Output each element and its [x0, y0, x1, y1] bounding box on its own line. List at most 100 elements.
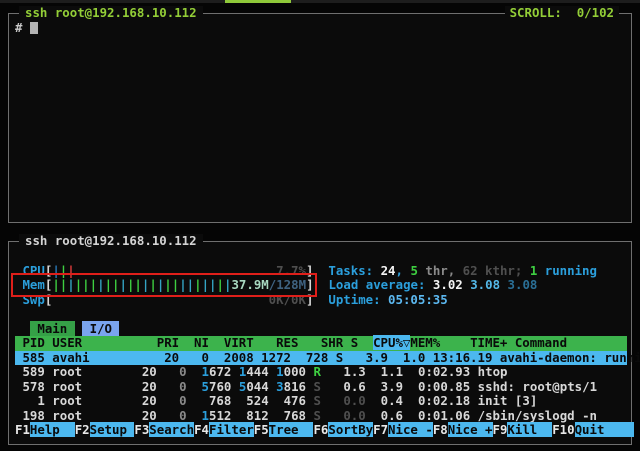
text-segment: 3.08 [470, 277, 500, 292]
text-segment [403, 393, 418, 408]
fkey-setup[interactable]: Setup [90, 422, 135, 437]
process-row-1[interactable]: 1 root 20 0 768 524 476 S 0.0 0.4 0:02.1… [15, 394, 627, 409]
text-segment: | [67, 263, 74, 278]
fkey-filter[interactable]: Filter [209, 422, 254, 437]
fkey-nice-minus[interactable]: Nice - [388, 422, 433, 437]
fkey-f7[interactable]: F7 [373, 422, 388, 437]
text-segment: MEM% TIME+ Command [410, 335, 567, 350]
prompt-symbol: # [15, 20, 30, 35]
text-segment [15, 321, 30, 336]
process-row-198[interactable]: 198 root 20 0 1512 812 768 S 0.0 0.6 0:0… [15, 409, 627, 424]
fkey-f5[interactable]: F5 [254, 422, 269, 437]
text-segment: thr [418, 263, 448, 278]
fkey-f8[interactable]: F8 [433, 422, 448, 437]
fkey-quit[interactable]: Quit [575, 422, 635, 437]
text-segment: 0 [157, 408, 187, 423]
text-segment: 3.9 [381, 379, 403, 394]
terminal-pane-bottom[interactable]: ssh root@192.168.10.112 CPU[||| 7.7%] Ta… [8, 241, 632, 445]
text-segment: || [52, 277, 67, 292]
text-segment: htop [478, 364, 508, 379]
tab-io[interactable]: I/O [82, 321, 119, 336]
text-segment: || [202, 277, 217, 292]
text-segment [231, 364, 238, 379]
text-segment: | [97, 277, 104, 292]
sort-column-cpu[interactable]: CPU%▽ [373, 335, 410, 350]
text-segment: sshd: root@pts/1 [478, 379, 597, 394]
text-segment: 0.4 [381, 393, 403, 408]
function-key-bar[interactable]: F1Help F2Setup F3SearchF4FilterF5Tree F6… [15, 423, 627, 438]
text-segment [313, 292, 328, 307]
text-segment: 672 [209, 364, 231, 379]
text-segment: 1 root 20 [15, 393, 157, 408]
text-segment: 585 avahi 20 0 2008 1272 728 S 3.9 1.0 1… [15, 350, 640, 365]
text-segment [403, 379, 418, 394]
fkey-f4[interactable]: F4 [194, 422, 209, 437]
text-segment: 044 [246, 379, 268, 394]
text-segment [366, 379, 381, 394]
text-segment: || [127, 277, 142, 292]
text-segment: 0:02.93 [418, 364, 470, 379]
text-segment: || [164, 277, 179, 292]
fkey-f3[interactable]: F3 [134, 422, 149, 437]
pane-title-top: ssh root@192.168.10.112 [19, 6, 203, 21]
text-segment: | [194, 277, 201, 292]
text-segment [403, 408, 418, 423]
fkey-f1[interactable]: F1 [15, 422, 30, 437]
text-segment: | [67, 277, 74, 292]
text-segment: Uptime: [328, 292, 388, 307]
fkey-f2[interactable]: F2 [75, 422, 90, 437]
fkey-f10[interactable]: F10 [552, 422, 574, 437]
text-segment: | [217, 277, 224, 292]
text-segment: 7.7% [276, 263, 306, 278]
meter-cpu-and-tasks: CPU[||| 7.7%] Tasks: 24, 5 thr, 62 kthr;… [15, 264, 627, 279]
text-segment: 0.0 [343, 393, 365, 408]
text-segment [470, 393, 477, 408]
text-segment [366, 364, 381, 379]
text-segment [187, 408, 202, 423]
text-segment: 760 [209, 379, 231, 394]
fkey-f9[interactable]: F9 [493, 422, 508, 437]
text-segment: R [314, 364, 321, 379]
text-segment [470, 408, 477, 423]
text-segment [366, 393, 381, 408]
text-segment: || [179, 277, 194, 292]
fkey-kill[interactable]: Kill [507, 422, 552, 437]
text-segment: , [396, 263, 411, 278]
scroll-indicator: SCROLL: 0/102 [505, 6, 619, 21]
text-segment: PID USER PRI NI VIRT RES SHR S [15, 335, 373, 350]
tab-main[interactable]: Main [30, 321, 75, 336]
text-segment: S [313, 393, 320, 408]
text-segment: 37.9M [231, 277, 268, 292]
fkey-tree[interactable]: Tree [269, 422, 314, 437]
text-segment: | [149, 277, 156, 292]
text-segment: 5 [410, 263, 417, 278]
text-segment: 578 root 20 [15, 379, 157, 394]
table-header[interactable]: PID USER PRI NI VIRT RES SHR S CPU%▽MEM%… [15, 336, 627, 351]
meter-mem-and-load: Mem[||||||||||||||||||||||||37.9M/128M] … [15, 278, 627, 293]
text-segment: 444 [246, 364, 268, 379]
text-segment: | [52, 263, 59, 278]
text-segment: 524 [231, 393, 268, 408]
fkey-sortby[interactable]: SortBy [328, 422, 373, 437]
text-segment [321, 408, 343, 423]
terminal-pane-top[interactable]: ssh root@192.168.10.112 SCROLL: 0/102 # [8, 13, 632, 223]
fkey-nice-plus[interactable]: Nice + [448, 422, 493, 437]
fkey-f6[interactable]: F6 [313, 422, 328, 437]
video-player-edge-artifact [0, 0, 640, 3]
text-segment: 0 [157, 393, 187, 408]
meter-swp-and-uptime: Swp[ 0K/0K] Uptime: 05:05:35 [15, 293, 627, 308]
text-segment [187, 364, 202, 379]
process-row-585-selected[interactable]: 585 avahi 20 0 2008 1272 728 S 3.9 1.0 1… [15, 351, 627, 366]
process-row-589[interactable]: 589 root 20 0 1672 1444 1000 R 1.3 1.1 0… [15, 365, 627, 380]
process-row-578[interactable]: 578 root 20 0 5760 5044 3816 S 0.6 3.9 0… [15, 380, 627, 395]
text-segment: 476 [269, 393, 306, 408]
text-segment: 589 root 20 [15, 364, 157, 379]
fkey-help[interactable]: Help [30, 422, 75, 437]
text-segment: 05:05:35 [388, 292, 448, 307]
shell-prompt-line[interactable]: # [15, 21, 38, 36]
tab-bar: Main I/O [15, 322, 627, 337]
text-segment: Tasks: [328, 263, 380, 278]
fkey-search[interactable]: Search [149, 422, 194, 437]
text-segment: Mem [15, 277, 45, 292]
text-segment: 0:00.85 [418, 379, 470, 394]
